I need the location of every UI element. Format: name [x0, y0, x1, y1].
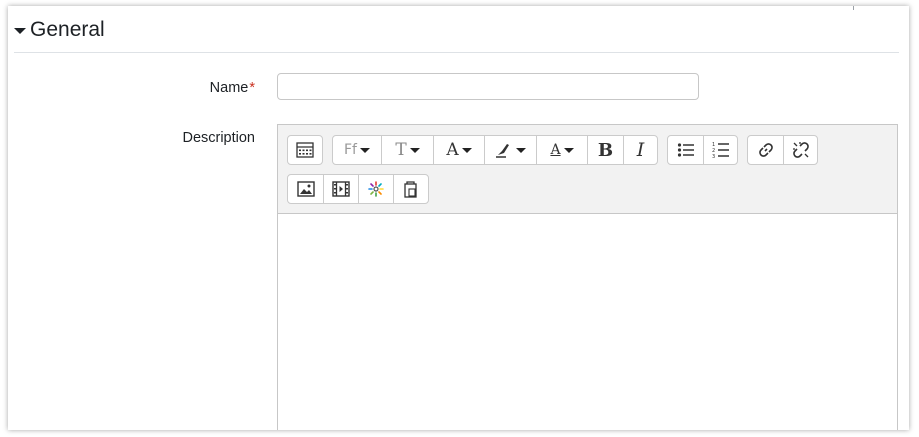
chevron-down-icon: [563, 147, 574, 153]
toolbar-toggle-icon: [296, 142, 314, 158]
link-button[interactable]: [748, 136, 783, 164]
ordered-list-icon: 1 2 3: [712, 142, 729, 159]
media-button[interactable]: [323, 175, 358, 203]
chevron-down-icon: [461, 147, 472, 153]
italic-icon: I: [636, 139, 645, 161]
description-editor: Ff T A A B I 1 2 3: [277, 124, 898, 430]
chevron-down-icon: [409, 147, 420, 153]
media-icon: [332, 181, 350, 197]
font-size-button[interactable]: T: [381, 136, 433, 164]
toolbar-group-collapse: [287, 135, 323, 165]
description-label: Description: [182, 130, 255, 146]
toolbar-group-format: Ff T A A B I: [332, 135, 658, 165]
font-family-icon: Ff: [344, 142, 357, 158]
name-label-text: Name: [209, 80, 249, 96]
image-icon: [296, 181, 315, 197]
style-button[interactable]: A: [536, 136, 587, 164]
image-button[interactable]: [288, 175, 323, 203]
toolbar-group-insert: [287, 174, 429, 204]
required-marker: *: [249, 80, 255, 96]
font-color-button[interactable]: A: [433, 136, 484, 164]
manage-files-button[interactable]: [393, 175, 428, 203]
unlink-icon: [792, 142, 809, 158]
editor-content-area[interactable]: [278, 214, 897, 430]
toolbar-group-links: [747, 135, 818, 165]
h5p-icon: [368, 181, 384, 197]
unordered-list-button[interactable]: [668, 136, 703, 164]
unordered-list-icon: [677, 143, 694, 157]
unlink-button[interactable]: [783, 136, 817, 164]
link-icon: [758, 143, 773, 157]
form-frame: General Name* Description Ff T A A B I 1…: [8, 6, 909, 430]
name-label: Name*: [210, 80, 255, 96]
manage-files-icon: [404, 181, 417, 198]
toolbar-toggle-button[interactable]: [288, 136, 322, 164]
caret-down-icon: [14, 28, 26, 34]
toolbar-group-lists: 1 2 3: [667, 135, 738, 165]
section-header-general[interactable]: General: [14, 18, 105, 42]
font-family-button[interactable]: Ff: [333, 136, 381, 164]
italic-button[interactable]: I: [623, 136, 657, 164]
ordered-list-button[interactable]: 1 2 3: [703, 136, 737, 164]
editor-toolbar: Ff T A A B I 1 2 3: [278, 125, 897, 214]
svg-text:3: 3: [712, 154, 715, 159]
h5p-button[interactable]: [358, 175, 393, 203]
scroll-tick: [853, 6, 854, 10]
section-divider: [14, 52, 899, 53]
font-size-icon: T: [395, 140, 407, 160]
chevron-down-icon: [359, 147, 370, 153]
bold-button[interactable]: B: [587, 136, 623, 164]
name-input[interactable]: [277, 73, 699, 100]
section-title: General: [30, 18, 105, 41]
background-color-button[interactable]: [484, 136, 536, 164]
background-color-icon: [496, 144, 509, 158]
font-color-icon: A: [446, 140, 459, 160]
style-icon: A: [550, 142, 561, 158]
chevron-down-icon: [516, 147, 526, 153]
bold-icon: B: [597, 139, 614, 161]
